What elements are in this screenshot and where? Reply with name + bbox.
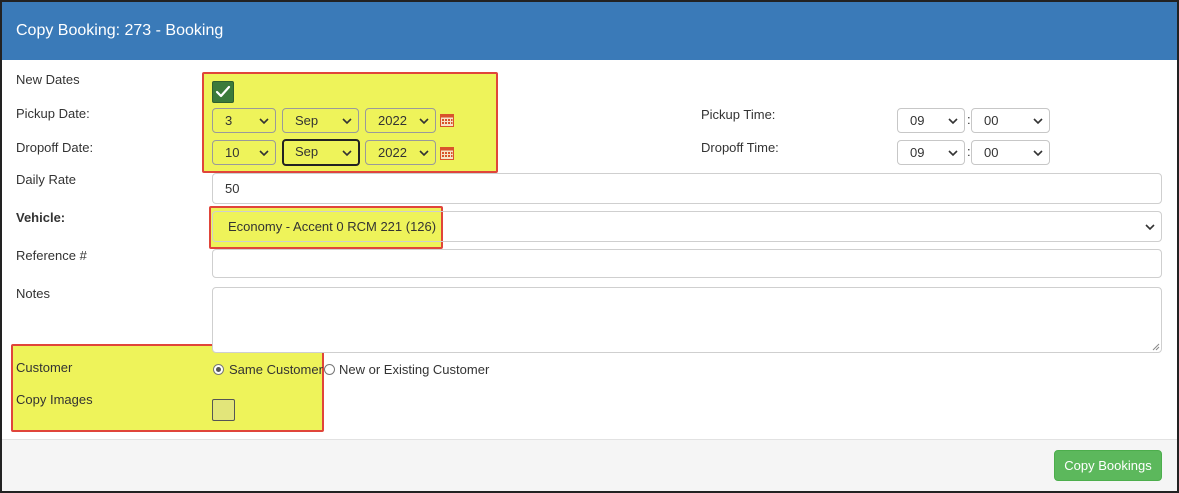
pickup-date-label: Pickup Date: [16, 106, 90, 121]
copy-bookings-button[interactable]: Copy Bookings [1054, 450, 1162, 481]
pickup-month-select[interactable]: Sep [282, 108, 359, 133]
vehicle-label: Vehicle: [16, 210, 66, 225]
notes-label: Notes [16, 286, 50, 301]
pickup-hour-select[interactable]: 09 [897, 108, 965, 133]
same-customer-radio[interactable] [213, 364, 224, 375]
chevron-down-icon [1033, 150, 1043, 157]
dropoff-day-value: 10 [225, 145, 240, 160]
dropoff-year-value: 2022 [378, 145, 407, 160]
vehicle-value: Economy - Accent 0 RCM 221 (126) [228, 219, 437, 234]
dropoff-hour-value: 09 [910, 145, 925, 160]
dropoff-minute-select[interactable]: 00 [971, 140, 1050, 165]
daily-rate-label: Daily Rate [16, 172, 76, 187]
chevron-down-icon [342, 150, 352, 157]
resize-handle-icon[interactable] [1152, 343, 1160, 351]
customer-label: Customer [16, 360, 73, 375]
daily-rate-value: 50 [225, 181, 240, 196]
dropoff-day-select[interactable]: 10 [212, 140, 276, 165]
dropoff-minute-value: 00 [984, 145, 999, 160]
chevron-down-icon [948, 150, 958, 157]
copy-booking-dialog: Copy Booking: 273 - Booking New Dates Pi… [0, 0, 1179, 493]
calendar-icon[interactable] [440, 147, 454, 160]
check-icon [215, 85, 231, 98]
pickup-minute-select[interactable]: 00 [971, 108, 1050, 133]
chevron-down-icon [419, 150, 429, 157]
dialog-title: Copy Booking: 273 - Booking [16, 22, 224, 39]
dropoff-date-label: Dropoff Date: [16, 140, 94, 155]
chevron-down-icon [342, 118, 352, 125]
pickup-day-value: 3 [225, 113, 233, 128]
new-dates-label: New Dates [16, 72, 80, 87]
reference-label: Reference # [16, 248, 87, 263]
dialog-footer [2, 439, 1177, 491]
pickup-minute-value: 00 [984, 113, 999, 128]
copy-images-checkbox[interactable] [212, 399, 235, 421]
pickup-year-select[interactable]: 2022 [365, 108, 436, 133]
chevron-down-icon [259, 118, 269, 125]
new-customer-label[interactable]: New or Existing Customer [339, 362, 489, 377]
dropoff-month-value: Sep [295, 144, 319, 159]
dropoff-time-label: Dropoff Time: [701, 140, 779, 155]
pickup-year-value: 2022 [378, 113, 407, 128]
chevron-down-icon [1033, 118, 1043, 125]
new-customer-radio[interactable] [324, 364, 335, 375]
pickup-day-select[interactable]: 3 [212, 108, 276, 133]
chevron-down-icon [1145, 224, 1155, 231]
vehicle-select[interactable]: Economy - Accent 0 RCM 221 (126) [212, 211, 1162, 242]
pickup-month-value: Sep [295, 113, 319, 128]
notes-textarea[interactable] [212, 287, 1162, 353]
chevron-down-icon [419, 118, 429, 125]
dropoff-hour-select[interactable]: 09 [897, 140, 965, 165]
calendar-icon[interactable] [440, 114, 454, 127]
chevron-down-icon [259, 150, 269, 157]
chevron-down-icon [948, 118, 958, 125]
new-dates-checkbox[interactable] [212, 81, 234, 103]
reference-input[interactable] [212, 249, 1162, 278]
daily-rate-input[interactable]: 50 [212, 173, 1162, 204]
customer-highlight [11, 344, 324, 432]
same-customer-label[interactable]: Same Customer [229, 362, 323, 377]
dropoff-month-select[interactable]: Sep [282, 139, 360, 166]
copy-images-label: Copy Images [16, 392, 93, 407]
pickup-time-label: Pickup Time: [701, 107, 776, 122]
dropoff-year-select[interactable]: 2022 [365, 140, 436, 165]
pickup-hour-value: 09 [910, 113, 925, 128]
dialog-header: Copy Booking: 273 - Booking [2, 2, 1177, 60]
